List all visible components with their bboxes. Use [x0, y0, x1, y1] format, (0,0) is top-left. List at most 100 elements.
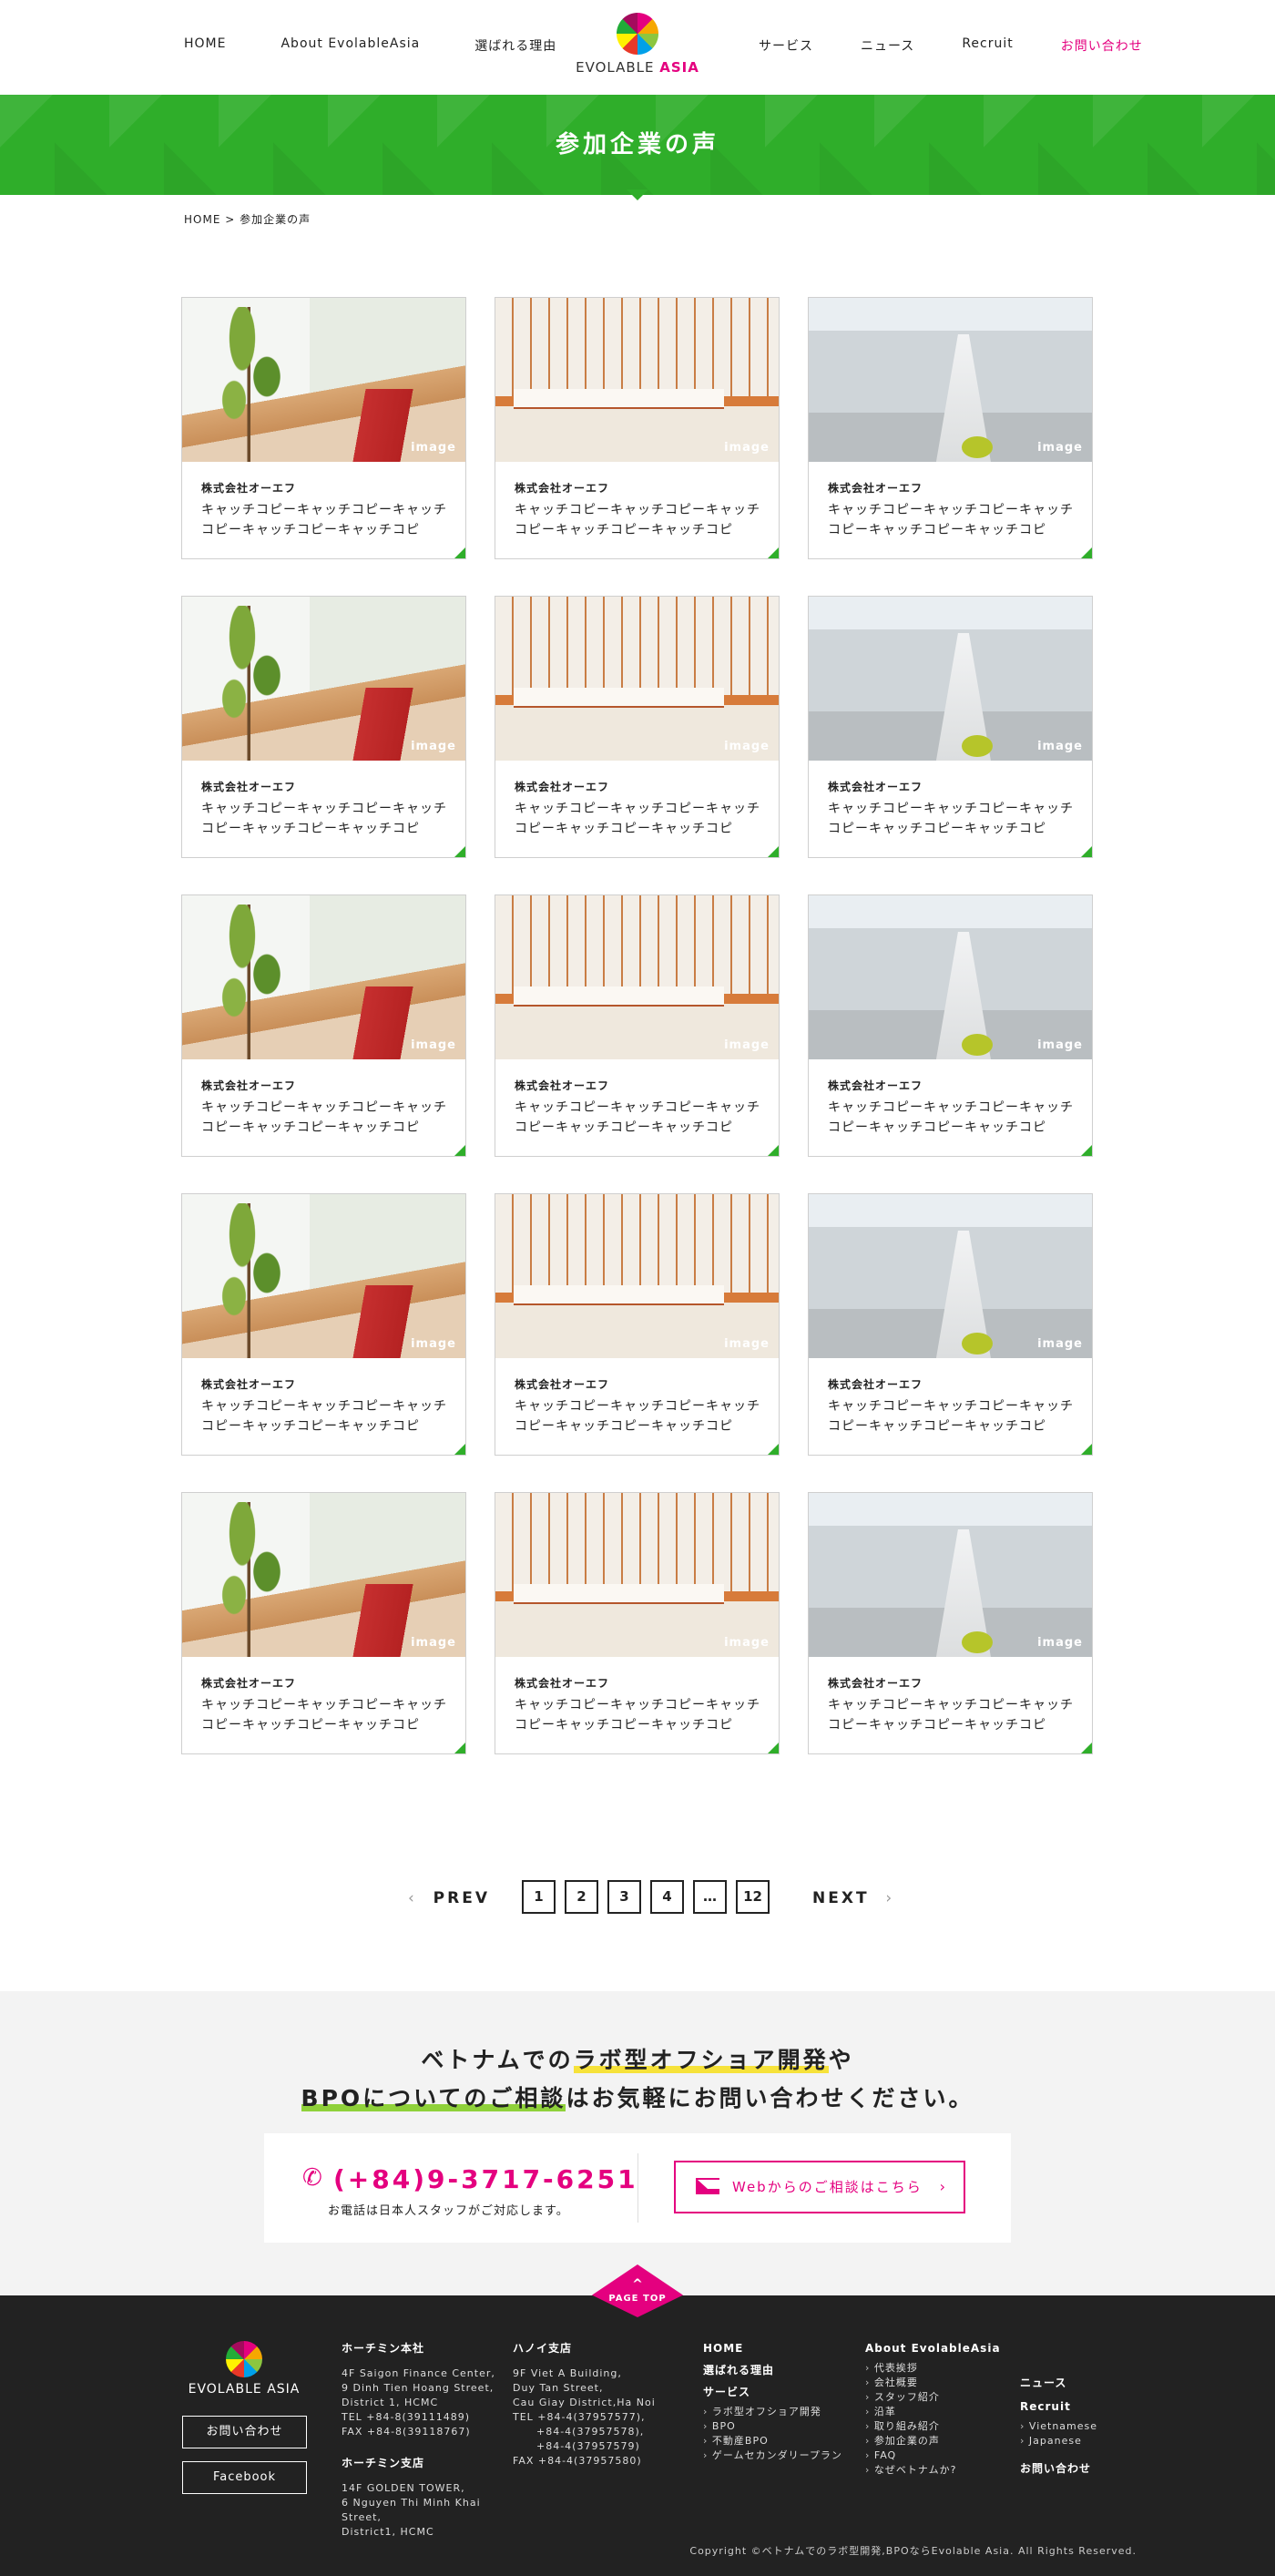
card-corner-icon	[1081, 547, 1092, 558]
breadcrumb-home[interactable]: HOME	[184, 213, 220, 226]
voice-card[interactable]: image 株式会社オーエフキャッチコピーキャッチコピーキャッチコピーキャッチコピ…	[495, 894, 780, 1157]
footer-link-japanese[interactable]: Japanese	[1020, 2434, 1129, 2448]
footer-logo[interactable]: EVOLABLE ASIA	[182, 2341, 306, 2397]
footer-link-vietnamese[interactable]: Vietnamese	[1020, 2419, 1129, 2434]
footer-link-history[interactable]: 沿革	[865, 2405, 1011, 2419]
card-corner-icon	[454, 846, 465, 857]
hcm2-heading: ホーチミン支店	[342, 2457, 425, 2469]
voice-card[interactable]: image 株式会社オーエフ キャッチコピーキャッチコピーキャッチコピーキャッチコピ…	[495, 1492, 780, 1754]
footer-link-initiatives[interactable]: 取り組み紹介	[865, 2419, 1011, 2434]
footer-link-contact[interactable]: お問い合わせ	[1020, 2461, 1129, 2476]
table-decoration	[514, 688, 724, 708]
web-contact-button[interactable]: Webからのご相談はこちら ›	[674, 2161, 965, 2213]
voice-card[interactable]: image 株式会社オーエフ キャッチコピーキャッチコピーキャッチコピーキャッチコピ…	[181, 297, 466, 559]
voice-card[interactable]: image 株式会社オーエフ キャッチコピーキャッチコピーキャッチコピーキャッチコピ…	[808, 894, 1093, 1157]
footer-contact-button[interactable]: お問い合わせ	[182, 2416, 307, 2448]
nav-recruit[interactable]: Recruit	[962, 36, 1013, 55]
chevron-right-icon: ›	[885, 1889, 895, 1907]
card-company: 株式会社オーエフ	[515, 482, 610, 495]
card-corner-icon	[454, 547, 465, 558]
footer-link-game[interactable]: ゲームセカンダリープラン	[703, 2448, 858, 2463]
card-company: 株式会社オーエフ	[201, 1079, 297, 1092]
card-company: 株式会社オーエフ	[201, 482, 297, 495]
voice-card[interactable]: image 株式会社オーエフ キャッチコピーキャッチコピーキャッチコピーキャッチコピ…	[181, 894, 466, 1157]
footer-link-company[interactable]: 会社概要	[865, 2376, 1011, 2390]
footer-link-reasons[interactable]: 選ばれる理由	[703, 2363, 858, 2377]
page-link-4[interactable]: 4	[650, 1880, 684, 1914]
hanoi-line: +84-4(37957579)	[536, 2440, 640, 2452]
nav-reasons[interactable]: 選ばれる理由	[474, 36, 556, 55]
hanoi-line: FAX +84-4(37957580)	[513, 2455, 642, 2467]
card-corner-icon	[1081, 846, 1092, 857]
voice-card[interactable]: image 株式会社オーエフ キャッチコピーキャッチコピーキャッチコピーキャッチコピ…	[808, 596, 1093, 858]
footer-link-news[interactable]: ニュース	[1020, 2376, 1129, 2390]
voice-card[interactable]: image 株式会社オーエフ キャッチコピーキャッチコピーキャッチコピーキャッチコピ…	[808, 1193, 1093, 1456]
voice-card[interactable]: image 株式会社オーエフ キャッチコピーキャッチコピーキャッチコピーキャッチコピ…	[495, 596, 780, 858]
page-top-button[interactable]: ^ PAGE TOP	[592, 2264, 683, 2317]
page-link-3[interactable]: 3	[607, 1880, 641, 1914]
card-copy: キャッチコピーキャッチコピーキャッチコピーキャッチコピーキャッチコピ	[515, 802, 760, 836]
card-image-label: image	[1037, 1337, 1083, 1351]
nav-about[interactable]: About EvolableAsia	[280, 36, 420, 55]
site-footer: ^ PAGE TOP EVOLABLE ASIA お問い合わせ Facebook…	[0, 2264, 1275, 2576]
footer-facebook-button[interactable]: Facebook	[182, 2461, 307, 2494]
footer-about-heading[interactable]: About EvolableAsia	[865, 2341, 1011, 2356]
card-corner-icon	[768, 846, 779, 857]
page-link-12[interactable]: 12	[736, 1880, 770, 1914]
card-image: image	[182, 895, 465, 1059]
footer-about-column: About EvolableAsia 代表挨拶 会社概要 スタッフ紹介 沿革 取…	[865, 2341, 1011, 2478]
card-image: image	[809, 298, 1092, 462]
voice-card[interactable]: image 株式会社オーエフ キャッチコピーキャッチコピーキャッチコピーキャッチコピ…	[181, 596, 466, 858]
plant-decoration	[209, 1203, 291, 1358]
hanoi-line: Cau Giay District,Ha Noi	[513, 2397, 656, 2408]
footer-link-staff[interactable]: スタッフ紹介	[865, 2390, 1011, 2405]
card-corner-icon	[454, 1145, 465, 1156]
card-company: 株式会社オーエフ	[201, 1378, 297, 1391]
plant-decoration	[209, 905, 291, 1059]
footer-link-why-vietnam[interactable]: なぜベトナムか?	[865, 2463, 1011, 2478]
voice-card-grid: image 株式会社オーエフ キャッチコピーキャッチコピーキャッチコピーキャッチコピ…	[181, 297, 1093, 1754]
card-image-label: image	[411, 1636, 456, 1650]
card-image: image	[809, 895, 1092, 1059]
page-link-1[interactable]: 1	[522, 1880, 556, 1914]
card-copy: キャッチコピーキャッチコピーキャッチコピーキャッチコピーキャッチコピ	[515, 1100, 760, 1135]
card-company: 株式会社オーエフ	[515, 1079, 610, 1092]
footer-link-voices[interactable]: 参加企業の声	[865, 2434, 1011, 2448]
footer-link-faq[interactable]: FAQ	[865, 2448, 1011, 2463]
nav-home[interactable]: HOME	[184, 36, 226, 55]
voice-card[interactable]: image 株式会社オーエフ キャッチコピーキャッチコピーキャッチコピーキャッチコピ…	[495, 1193, 780, 1456]
card-copy: キャッチコピーキャッチコピーキャッチコピーキャッチコピーキャッチコピ	[828, 503, 1074, 537]
card-corner-icon	[768, 1444, 779, 1455]
pagination-prev[interactable]: ‹ PREV	[408, 1889, 490, 1907]
hcm2-line: 14F GOLDEN TOWER,	[342, 2482, 465, 2494]
chevron-right-icon: ›	[939, 2178, 947, 2195]
card-copy: キャッチコピーキャッチコピーキャッチコピーキャッチコピーキャッチコピ	[828, 1698, 1074, 1733]
card-copy: キャッチコピーキャッチコピーキャッチコピーキャッチコピーキャッチコピ	[828, 802, 1074, 836]
footer-link-home[interactable]: HOME	[703, 2341, 858, 2356]
site-logo[interactable]: EVOLABLE ASIA	[566, 13, 709, 76]
card-image-label: image	[724, 1636, 770, 1650]
nav-news[interactable]: ニュース	[861, 36, 914, 55]
footer-link-message[interactable]: 代表挨拶	[865, 2361, 1011, 2376]
ball-decoration	[962, 1034, 993, 1056]
voice-card[interactable]: image 株式会社オーエフ キャッチコピーキャッチコピーキャッチコピーキャッチコピ…	[495, 297, 780, 559]
copyright: Copyright ©ベトナムでのラボ型開発,BPOならEvolable Asi…	[689, 2545, 1137, 2557]
card-image-label: image	[724, 1038, 770, 1052]
footer-link-lab[interactable]: ラボ型オフショア開発	[703, 2405, 858, 2419]
pagination-next[interactable]: NEXT ›	[812, 1889, 894, 1907]
voice-card[interactable]: image 株式会社オーエフ キャッチコピーキャッチコピーキャッチコピーキャッチコピ…	[808, 297, 1093, 559]
footer-link-service[interactable]: サービス	[703, 2385, 858, 2399]
card-copy: キャッチコピーキャッチコピーキャッチコピーキャッチコピーキャッチコピ	[828, 1399, 1074, 1434]
footer-link-bpo[interactable]: BPO	[703, 2419, 858, 2434]
voice-card[interactable]: image 株式会社オーエフ キャッチコピーキャッチコピーキャッチコピーキャッチコピ…	[808, 1492, 1093, 1754]
voice-card[interactable]: image 株式会社オーエフ キャッチコピーキャッチコピーキャッチコピーキャッチコピ…	[181, 1193, 466, 1456]
card-corner-icon	[1081, 1743, 1092, 1753]
voice-card[interactable]: image 株式会社オーエフ キャッチコピーキャッチコピーキャッチコピーキャッチコピ…	[181, 1492, 466, 1754]
nav-service[interactable]: サービス	[759, 36, 813, 55]
hcm-line: FAX +84-8(39118767)	[342, 2426, 471, 2438]
phone-number[interactable]: (+84)9-3717-6251	[333, 2164, 638, 2194]
footer-link-recruit[interactable]: Recruit	[1020, 2399, 1129, 2414]
footer-link-realestate-bpo[interactable]: 不動産BPO	[703, 2434, 858, 2448]
page-link-2[interactable]: 2	[565, 1880, 598, 1914]
nav-contact[interactable]: お問い合わせ	[1061, 36, 1143, 55]
